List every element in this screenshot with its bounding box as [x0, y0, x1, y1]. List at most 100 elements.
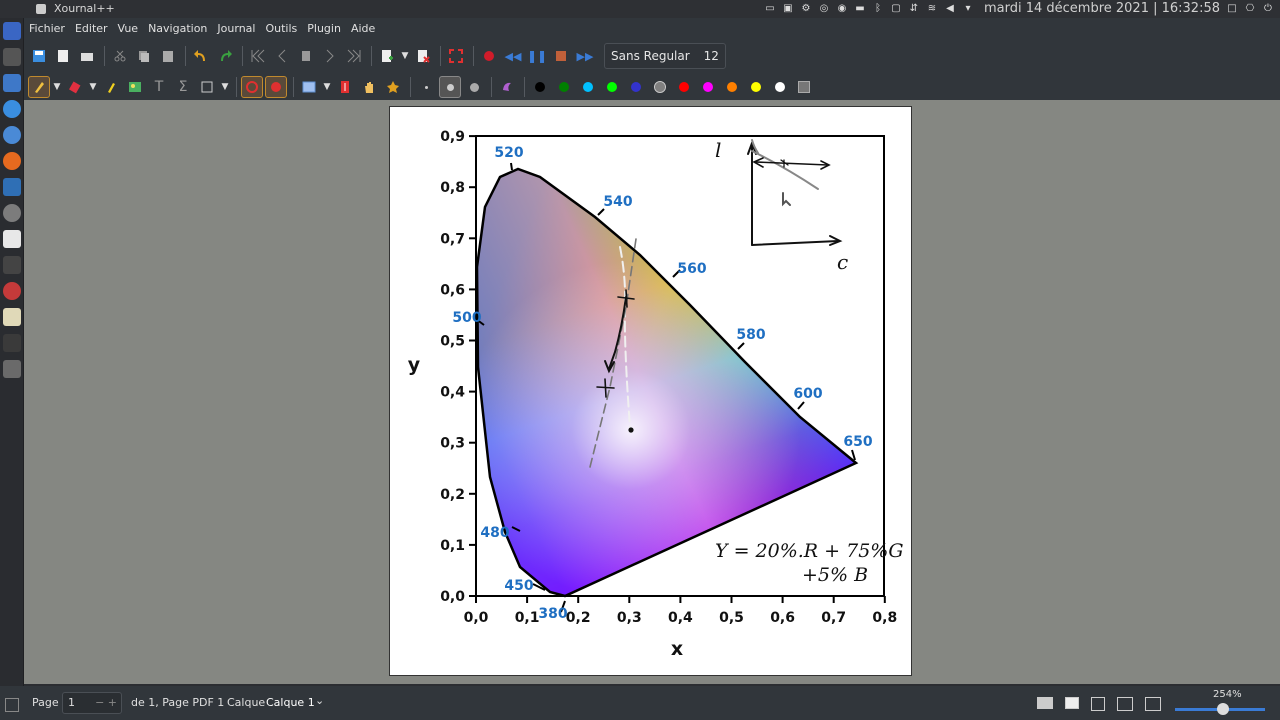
- rewind-icon[interactable]: ◀◀: [502, 45, 524, 67]
- menu-vue[interactable]: Vue: [118, 22, 139, 35]
- color-swatch[interactable]: [769, 76, 791, 98]
- pause-icon[interactable]: ❚❚: [526, 45, 548, 67]
- copy-icon[interactable]: [133, 45, 155, 67]
- color-swatch[interactable]: [577, 76, 599, 98]
- fullscreen-icon[interactable]: [445, 45, 467, 67]
- text-tool-icon[interactable]: T: [148, 76, 170, 98]
- network-icon[interactable]: ◎: [818, 3, 830, 15]
- vscode-icon[interactable]: [3, 178, 21, 196]
- zoom-100-icon[interactable]: [1145, 697, 1161, 711]
- goto-page-icon[interactable]: [295, 45, 317, 67]
- python-icon[interactable]: [3, 256, 21, 274]
- zoom-fit-icon[interactable]: [1117, 697, 1133, 711]
- paste-icon[interactable]: [157, 45, 179, 67]
- volume-icon[interactable]: ◀: [944, 3, 956, 15]
- image-icon[interactable]: ▣: [782, 3, 794, 15]
- previous-page-icon[interactable]: [271, 45, 293, 67]
- misc-app-icon[interactable]: [3, 360, 21, 378]
- chevron-down-icon[interactable]: ▾: [962, 3, 974, 15]
- ruler-tool-icon[interactable]: [265, 76, 287, 98]
- color-swatch[interactable]: [601, 76, 623, 98]
- color-picker-icon[interactable]: [3, 204, 21, 222]
- wifi-icon[interactable]: ≋: [926, 3, 938, 15]
- record-icon[interactable]: [478, 45, 500, 67]
- chat-icon[interactable]: [3, 126, 21, 144]
- color-swatch[interactable]: [529, 76, 551, 98]
- medium-thickness-icon[interactable]: [439, 76, 461, 98]
- bluetooth-icon[interactable]: ᛒ: [872, 3, 884, 15]
- select-rect-icon[interactable]: [298, 76, 320, 98]
- color-swatch[interactable]: [649, 76, 671, 98]
- delete-page-icon[interactable]: [412, 45, 434, 67]
- font-selector[interactable]: Sans Regular 12: [604, 43, 726, 69]
- zoom-slider-handle[interactable]: [1217, 703, 1229, 715]
- color-swatch[interactable]: [745, 76, 767, 98]
- usb-icon[interactable]: ⇵: [908, 3, 920, 15]
- screen-icon[interactable]: ▭: [764, 3, 776, 15]
- fast-forward-icon[interactable]: ▶▶: [574, 45, 596, 67]
- chevron-down-icon[interactable]: ▼: [322, 76, 332, 98]
- sidebar-toggle-icon[interactable]: [5, 698, 19, 712]
- canvas-area[interactable]: 0,0 0,1 0,2 0,3 0,4 0,5 0,6 0,7 0,8 0,0 0,1 0,2 0,3 0…: [24, 100, 1280, 684]
- page-number-input[interactable]: 1 − +: [62, 692, 122, 714]
- lock-icon[interactable]: ⎔: [1244, 3, 1256, 15]
- save-icon[interactable]: [28, 45, 50, 67]
- chevron-down-icon[interactable]: ▼: [52, 76, 62, 98]
- redo-icon[interactable]: [214, 45, 236, 67]
- terminal-icon[interactable]: [3, 334, 21, 352]
- page-stepper-icon[interactable]: − +: [95, 696, 117, 709]
- power-icon[interactable]: ⏻: [1262, 3, 1274, 15]
- thunderbird-icon[interactable]: [3, 100, 21, 118]
- device-icon[interactable]: ▢: [890, 3, 902, 15]
- undo-icon[interactable]: [190, 45, 212, 67]
- color-swatch[interactable]: [721, 76, 743, 98]
- shape-tool-icon[interactable]: [196, 76, 218, 98]
- single-page-icon[interactable]: [1065, 697, 1079, 709]
- fit-page-icon[interactable]: [1091, 697, 1105, 711]
- menu-launcher-icon[interactable]: [3, 22, 21, 40]
- color-swatch[interactable]: [625, 76, 647, 98]
- menu-outils[interactable]: Outils: [265, 22, 297, 35]
- latex-tool-icon[interactable]: Σ: [172, 76, 194, 98]
- document-page[interactable]: 0,0 0,1 0,2 0,3 0,4 0,5 0,6 0,7 0,8 0,0 0,1 0,2 0,3 0…: [389, 106, 912, 676]
- battery-icon[interactable]: ▬: [854, 3, 866, 15]
- color-swatch[interactable]: [553, 76, 575, 98]
- image-tool-icon[interactable]: [124, 76, 146, 98]
- pen-tool-icon[interactable]: [28, 76, 50, 98]
- menu-journal[interactable]: Journal: [217, 22, 255, 35]
- fine-thickness-icon[interactable]: [415, 76, 437, 98]
- text-editor-icon[interactable]: [3, 230, 21, 248]
- highlighter-tool-icon[interactable]: [100, 76, 122, 98]
- xournal-dock-icon[interactable]: [3, 308, 21, 326]
- next-page-icon[interactable]: [319, 45, 341, 67]
- thick-thickness-icon[interactable]: [463, 76, 485, 98]
- layer-selector[interactable]: Calque 1: [266, 696, 315, 709]
- clock[interactable]: mardi 14 décembre 2021 | 16:32:58: [984, 1, 1220, 16]
- menu-editer[interactable]: Editer: [75, 22, 108, 35]
- settings-icon[interactable]: ⚙: [800, 3, 812, 15]
- play-object-icon[interactable]: [382, 76, 404, 98]
- hand-tool-icon[interactable]: [358, 76, 380, 98]
- last-page-icon[interactable]: [343, 45, 365, 67]
- menu-aide[interactable]: Aide: [351, 22, 375, 35]
- chevron-down-icon[interactable]: ⌄: [315, 694, 324, 707]
- color-swatch[interactable]: [673, 76, 695, 98]
- custom-color-icon[interactable]: [793, 76, 815, 98]
- zotero-icon[interactable]: [3, 282, 21, 300]
- chevron-down-icon[interactable]: ▼: [88, 76, 98, 98]
- files-icon[interactable]: [3, 74, 21, 92]
- stop-icon[interactable]: [550, 45, 572, 67]
- color-swatch[interactable]: [697, 76, 719, 98]
- chevron-down-icon[interactable]: ▼: [400, 45, 410, 67]
- chrome-icon[interactable]: ◉: [836, 3, 848, 15]
- insert-page-icon[interactable]: [376, 45, 398, 67]
- new-document-icon[interactable]: [52, 45, 74, 67]
- menu-navigation[interactable]: Navigation: [148, 22, 207, 35]
- firefox-icon[interactable]: [3, 152, 21, 170]
- vertical-space-icon[interactable]: [334, 76, 356, 98]
- fill-icon[interactable]: [496, 76, 518, 98]
- window-icon[interactable]: □: [1226, 3, 1238, 15]
- menu-fichier[interactable]: Fichier: [29, 22, 65, 35]
- chevron-down-icon[interactable]: ▼: [220, 76, 230, 98]
- first-page-icon[interactable]: [247, 45, 269, 67]
